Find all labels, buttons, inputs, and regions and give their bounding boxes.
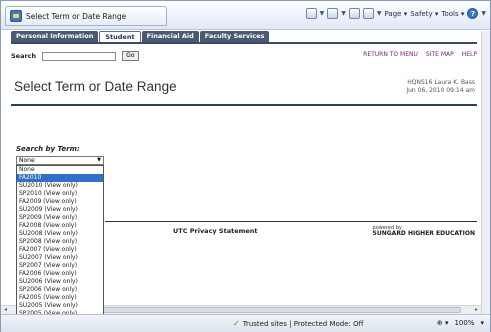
- help-dropdown-icon[interactable]: ▼: [481, 10, 486, 17]
- timestamp: Jun 06, 2010 09:14 am: [406, 87, 475, 94]
- mail-icon[interactable]: [348, 8, 360, 19]
- zoom-dropdown-icon[interactable]: ▾: [480, 319, 484, 327]
- term-option[interactable]: SU2006 (View only): [17, 278, 103, 286]
- user-name: HQNS16 Laura K. Bass: [407, 79, 475, 86]
- user-info: HQNS16 Laura K. Bass Jun 06, 2010 09:14 …: [406, 79, 475, 95]
- page-menu-label: Page: [384, 9, 402, 18]
- security-zone[interactable]: ✓ Trusted sites | Protected Mode: Off: [233, 319, 363, 328]
- zoom-level: 100%: [454, 319, 475, 327]
- sungard-logo: powered by SUNGARD HIGHER EDUCATION: [373, 225, 475, 237]
- page-menu[interactable]: Page ▾: [385, 10, 408, 18]
- page-title: Select Term or Date Range: [14, 79, 177, 94]
- term-option[interactable]: SU2007 (View only): [17, 254, 103, 262]
- checkmark-icon: ✓: [233, 319, 240, 328]
- nav-divider: [11, 42, 477, 44]
- term-option[interactable]: SP2005 (View only): [17, 310, 103, 314]
- page-favicon-icon: [10, 10, 22, 22]
- zoom-control[interactable]: ⊕ ▾ 100% ▾: [437, 319, 484, 327]
- term-option[interactable]: SP2010 (View only): [17, 190, 103, 198]
- sungard-label: SUNGARD HIGHER EDUCATION: [372, 230, 475, 237]
- feeds-icon[interactable]: [327, 8, 339, 19]
- command-bar: ▼ ▼ ▼ Page ▾ Safety ▾ Tools ▾ ? ▼: [305, 8, 486, 19]
- print-icon[interactable]: [362, 8, 374, 19]
- term-option[interactable]: FA2005 (View only): [17, 294, 103, 302]
- term-option[interactable]: SP2007 (View only): [17, 262, 103, 270]
- help-link[interactable]: HELP: [462, 51, 477, 58]
- term-option[interactable]: FA2009 (View only): [17, 198, 103, 206]
- term-select-value: None: [19, 157, 35, 164]
- tab-student[interactable]: Student: [99, 31, 141, 42]
- term-option[interactable]: SP2008 (View only): [17, 238, 103, 246]
- tab-personal-information[interactable]: Personal Information: [11, 31, 99, 42]
- tab-faculty-services[interactable]: Faculty Services: [199, 31, 270, 42]
- status-bar: ✓ Trusted sites | Protected Mode: Off ⊕ …: [1, 314, 490, 332]
- zone-text: Trusted sites | Protected Mode: Off: [242, 319, 364, 328]
- term-option[interactable]: SU2010 (View only): [17, 182, 103, 190]
- search-label: Search: [11, 52, 37, 60]
- help-icon[interactable]: ?: [467, 8, 479, 19]
- term-option[interactable]: FA2006 (View only): [17, 270, 103, 278]
- safety-menu-label: Safety: [410, 9, 433, 18]
- search-by-term-label: Search by Term:: [16, 145, 80, 153]
- term-select[interactable]: None ▼: [16, 156, 104, 165]
- site-map-link[interactable]: SITE MAP: [426, 51, 454, 58]
- top-links: RETURN TO MENU SITE MAP HELP: [363, 51, 477, 58]
- vertical-scrollbar[interactable]: [481, 31, 490, 314]
- go-button[interactable]: Go: [122, 51, 139, 61]
- return-to-menu-link[interactable]: RETURN TO MENU: [363, 51, 418, 58]
- home-icon[interactable]: [305, 8, 317, 19]
- term-option[interactable]: SP2009 (View only): [17, 214, 103, 222]
- term-option[interactable]: SU2008 (View only): [17, 230, 103, 238]
- browser-tab[interactable]: Select Term or Date Range: [5, 6, 167, 26]
- term-option[interactable]: SU2009 (View only): [17, 206, 103, 214]
- privacy-statement-link[interactable]: UTC Privacy Statement: [173, 227, 258, 235]
- print-dropdown-icon[interactable]: ▼: [377, 10, 382, 17]
- tab-title: Select Term or Date Range: [26, 11, 127, 21]
- term-option[interactable]: FA2008 (View only): [17, 222, 103, 230]
- term-dropdown-list: None FA2010 SU2010 (View only) SP2010 (View…: [16, 165, 104, 314]
- tab-financial-aid[interactable]: Financial Aid: [141, 31, 199, 42]
- web-page: Personal Information Student Financial A…: [5, 31, 481, 314]
- footer-rule: [105, 221, 477, 222]
- chevron-down-icon[interactable]: ▼: [97, 157, 101, 164]
- scroll-left-icon[interactable]: ◂: [4, 306, 7, 313]
- term-option[interactable]: SP2006 (View only): [17, 286, 103, 294]
- feeds-dropdown-icon[interactable]: ▼: [341, 10, 346, 17]
- search-row: Search Go: [11, 51, 139, 61]
- browser-toolbar: Select Term or Date Range ▼ ▼ ▼ Page ▾ S…: [1, 1, 490, 30]
- search-input[interactable]: [42, 51, 117, 61]
- scroll-right-icon[interactable]: ▸: [475, 306, 478, 313]
- safety-menu[interactable]: Safety ▾: [410, 10, 438, 18]
- browser-window: Select Term or Date Range ▼ ▼ ▼ Page ▾ S…: [0, 0, 491, 332]
- term-option[interactable]: None: [17, 166, 103, 174]
- home-dropdown-icon[interactable]: ▼: [320, 10, 325, 17]
- tools-menu[interactable]: Tools ▾: [441, 10, 464, 18]
- term-option[interactable]: FA2007 (View only): [17, 246, 103, 254]
- term-option[interactable]: SU2005 (View only): [17, 302, 103, 310]
- term-option[interactable]: FA2010: [17, 174, 103, 182]
- title-rule: [11, 104, 477, 106]
- tools-menu-label: Tools: [441, 9, 459, 18]
- banner-nav-tabs: Personal Information Student Financial A…: [11, 31, 270, 42]
- protected-mode-icon[interactable]: ⊕ ▾: [437, 319, 449, 327]
